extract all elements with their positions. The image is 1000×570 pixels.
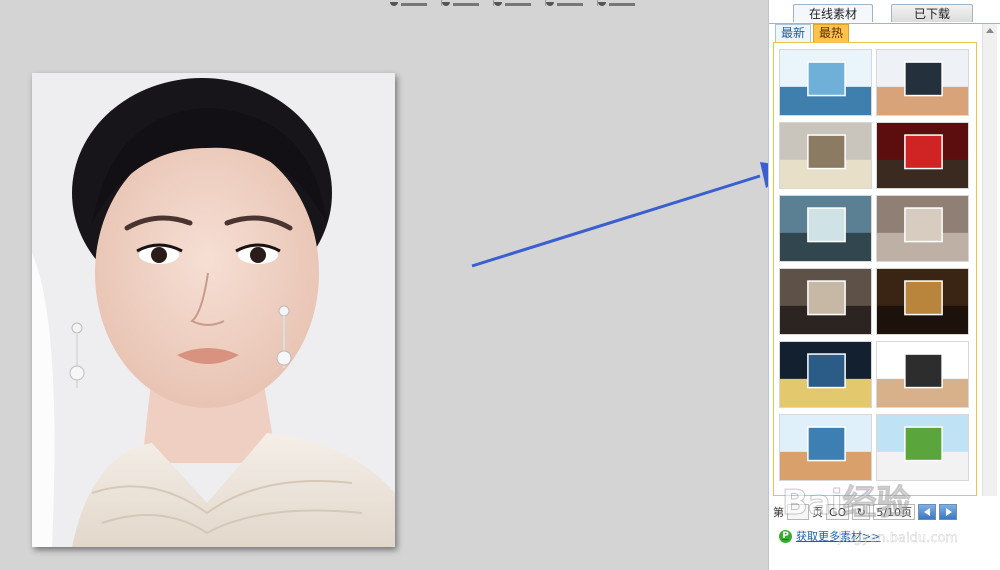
thumbnail-image bbox=[877, 415, 968, 480]
material-panel: 在线素材 已下载 最新 最热 第 页 GO ↻ 5/10页 P 获取更多素材>> bbox=[768, 0, 1000, 570]
thumbnail-image bbox=[877, 123, 968, 188]
editing-canvas[interactable] bbox=[0, 0, 768, 570]
sort-subtabs: 最新 最热 bbox=[775, 24, 850, 43]
pager-prefix-label: 第 bbox=[773, 506, 784, 519]
panel-tabs: 在线素材 已下载 bbox=[769, 2, 1000, 24]
thumb-hand-holding-photo[interactable] bbox=[876, 49, 969, 116]
thumbnail-grid bbox=[773, 42, 977, 496]
refresh-icon[interactable]: ↻ bbox=[852, 504, 871, 520]
thumb-red-home-theater[interactable] bbox=[876, 122, 969, 189]
thumbnail-image bbox=[780, 269, 871, 334]
tab-downloaded[interactable]: 已下载 bbox=[891, 4, 973, 22]
page-info: 5/10页 bbox=[873, 504, 916, 520]
subtab-hottest[interactable]: 最热 bbox=[813, 24, 850, 43]
thumbnail-image bbox=[780, 196, 871, 261]
thumb-night-street-board[interactable] bbox=[779, 341, 872, 408]
prev-page-icon[interactable] bbox=[918, 504, 937, 520]
thumb-wall-projection[interactable] bbox=[876, 195, 969, 262]
thumb-film-strip-scene[interactable] bbox=[779, 49, 872, 116]
thumbnail-image bbox=[877, 196, 968, 261]
next-page-icon[interactable] bbox=[939, 504, 958, 520]
thumb-photo-collage[interactable] bbox=[779, 268, 872, 335]
more-materials-label: 获取更多素材>> bbox=[796, 530, 881, 543]
thumbnail-image bbox=[780, 50, 871, 115]
pager-suffix-label: 页 bbox=[812, 506, 823, 519]
thumb-cheering-crowd[interactable] bbox=[779, 414, 872, 481]
pagination-bar: 第 页 GO ↻ 5/10页 bbox=[773, 502, 997, 522]
thumbnail-image bbox=[877, 50, 968, 115]
pointer-arrow-icon bbox=[471, 162, 768, 268]
get-more-icon: P bbox=[779, 529, 792, 543]
subtab-newest[interactable]: 最新 bbox=[775, 24, 812, 43]
thumbnail-image bbox=[877, 269, 968, 334]
page-number-input[interactable] bbox=[787, 504, 809, 520]
thumb-lightbox-in-hall[interactable] bbox=[779, 122, 872, 189]
thumbnail-image bbox=[780, 415, 871, 480]
thumbnail-image bbox=[780, 123, 871, 188]
tab-online-materials[interactable]: 在线素材 bbox=[793, 4, 873, 22]
thumb-outdoor-billboard[interactable] bbox=[779, 195, 872, 262]
thumb-green-field-album[interactable] bbox=[876, 414, 969, 481]
thumbnail-image bbox=[780, 342, 871, 407]
more-materials-link[interactable]: P 获取更多素材>> bbox=[779, 528, 880, 544]
scroll-up-icon[interactable] bbox=[986, 28, 994, 33]
thumbnail-image bbox=[877, 342, 968, 407]
thumbnail-scrollbar[interactable] bbox=[982, 24, 997, 496]
thumb-gold-frame-room[interactable] bbox=[876, 268, 969, 335]
thumb-frame-with-lamp[interactable] bbox=[876, 341, 969, 408]
go-button[interactable]: GO bbox=[826, 504, 850, 520]
